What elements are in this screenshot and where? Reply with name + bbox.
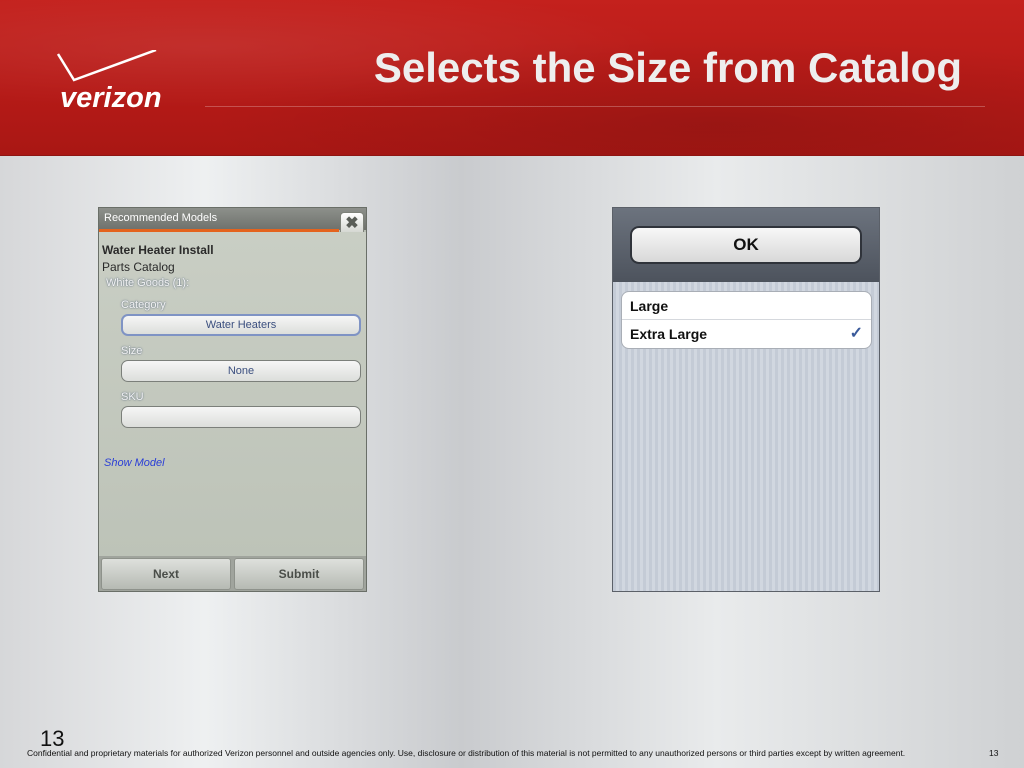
submit-button[interactable]: Submit: [234, 558, 364, 590]
ok-button[interactable]: OK: [630, 226, 862, 264]
size-option-list: Large Extra Large ✓: [621, 291, 872, 349]
form-subheading: Parts Catalog: [102, 260, 175, 274]
option-large[interactable]: Large: [622, 292, 871, 320]
slide-title: Selects the Size from Catalog: [373, 44, 962, 91]
confidentiality-disclaimer: Confidential and proprietary materials f…: [27, 748, 906, 758]
close-icon: ✖: [345, 215, 359, 232]
page-number-small: 13: [989, 748, 999, 758]
option-label: Extra Large: [630, 326, 708, 342]
recommended-models-screen: Recommended Models ✖ Water Heater Instal…: [98, 207, 367, 592]
slide-header: verizon Selects the Size from Catalog: [0, 0, 1024, 156]
form-body: Water Heater Install Parts Catalog White…: [99, 232, 366, 556]
form-heading: Water Heater Install: [102, 243, 214, 257]
category-label: Category: [121, 299, 166, 311]
show-model-link[interactable]: Show Model: [104, 457, 165, 469]
checkmark-icon: ✓: [849, 325, 863, 342]
section-label: White Goods (1):: [106, 277, 190, 289]
category-field[interactable]: Water Heaters: [121, 314, 361, 336]
verizon-logo: verizon: [56, 50, 176, 114]
header-divider: [205, 106, 985, 107]
sku-label: SKU: [121, 391, 144, 403]
size-label: Size: [121, 345, 143, 357]
size-picker-screen: OK Large Extra Large ✓: [612, 207, 880, 592]
sku-field[interactable]: [121, 406, 361, 428]
option-label: Large: [630, 298, 669, 314]
size-field[interactable]: None: [121, 360, 361, 382]
verizon-logo-text: verizon: [60, 82, 162, 114]
next-button[interactable]: Next: [101, 558, 231, 590]
screen-titlebar: Recommended Models: [99, 208, 366, 230]
option-extra-large[interactable]: Extra Large ✓: [622, 320, 871, 348]
form-footer: Next Submit: [99, 556, 366, 591]
picker-toolbar: OK: [613, 208, 879, 282]
screen-title: Recommended Models: [104, 212, 218, 224]
